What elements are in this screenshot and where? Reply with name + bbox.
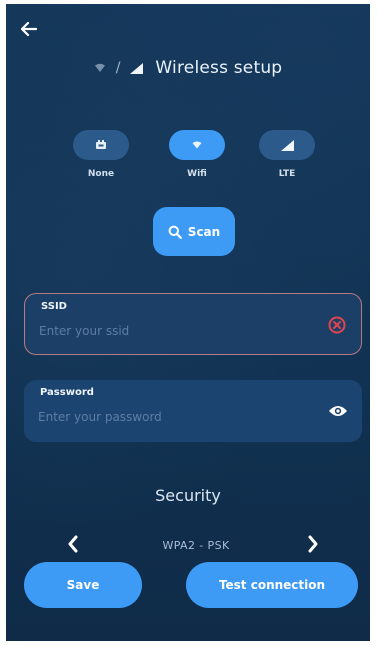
mode-wifi-pill[interactable]: [169, 130, 225, 160]
ssid-input[interactable]: [39, 320, 309, 342]
signal-bars-icon: [280, 139, 294, 151]
wifi-icon: [192, 141, 202, 149]
password-input[interactable]: [38, 406, 308, 428]
chevron-left-icon: [68, 535, 78, 553]
arrow-left-icon: [21, 22, 37, 36]
password-field: Password: [24, 380, 362, 442]
eye-icon: [329, 406, 347, 416]
breadcrumb-separator: /: [115, 60, 121, 76]
error-circle-x-icon: [328, 316, 346, 334]
mode-lte[interactable]: LTE: [254, 130, 320, 190]
signal-bars-icon: [130, 62, 144, 74]
security-title: Security: [155, 486, 221, 505]
save-button[interactable]: Save: [24, 562, 142, 608]
test-connection-button[interactable]: Test connection: [186, 562, 358, 608]
security-type-value: WPA2 - PSK: [162, 539, 230, 552]
mode-lte-label: LTE: [278, 169, 296, 179]
password-label: Password: [40, 387, 94, 398]
chevron-right-icon: [308, 535, 318, 553]
scan-button-label: Scan: [187, 224, 221, 239]
wireless-setup-screen: / Wireless setup None Wifi LTE Scan SSID…: [6, 4, 370, 641]
toggle-password-visibility-button[interactable]: [328, 401, 348, 421]
mode-none-label: None: [87, 169, 115, 179]
mode-wifi-label: Wifi: [187, 169, 207, 179]
mode-none-pill[interactable]: [73, 130, 129, 160]
ssid-label: SSID: [41, 301, 67, 312]
back-button[interactable]: [18, 18, 40, 40]
clear-ssid-button[interactable]: [327, 315, 347, 335]
security-next-button[interactable]: [302, 532, 324, 556]
ssid-field: SSID: [24, 293, 362, 355]
scan-button[interactable]: Scan: [153, 207, 235, 256]
wifi-icon[interactable]: [94, 63, 106, 73]
mode-lte-pill[interactable]: [259, 130, 315, 160]
search-icon: [168, 225, 182, 239]
ethernet-icon: [96, 140, 106, 149]
mode-wifi[interactable]: Wifi: [164, 130, 230, 190]
mode-none[interactable]: None: [68, 130, 134, 190]
header: / Wireless setup: [6, 54, 370, 82]
connection-mode-selector: None Wifi LTE: [68, 130, 326, 190]
page-title: Wireless setup: [155, 58, 283, 78]
security-prev-button[interactable]: [62, 532, 84, 556]
